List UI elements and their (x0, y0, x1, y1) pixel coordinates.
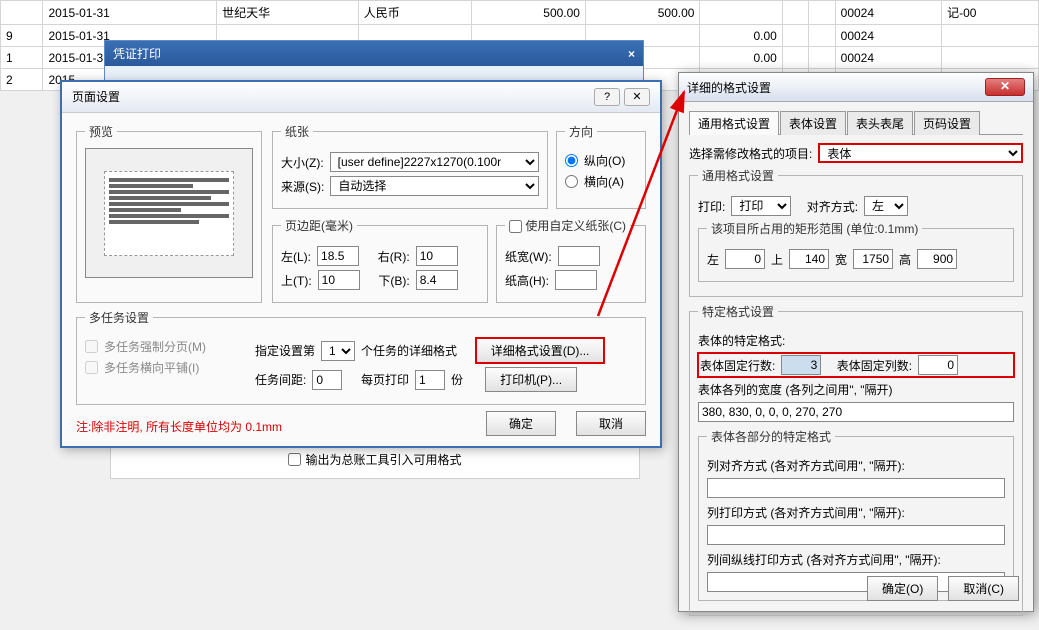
pagesetup-title: 页面设置 (72, 88, 120, 106)
margin-bottom-input[interactable] (416, 270, 458, 290)
multi-legend: 多任务设置 (85, 309, 153, 326)
col-align-input[interactable] (707, 478, 1005, 498)
paper-height-input (555, 270, 597, 290)
cancel-button[interactable]: 取消 (576, 411, 646, 436)
tab-body[interactable]: 表体设置 (780, 111, 846, 135)
paper-source-select[interactable]: 自动选择 (330, 176, 539, 196)
orient-portrait-radio[interactable] (565, 154, 578, 167)
per-page-input[interactable] (415, 370, 445, 390)
table-row: 2015-01-31世纪天华人民币500.00500.0000024记-00 (1, 1, 1039, 25)
tab-general[interactable]: 通用格式设置 (689, 111, 779, 135)
close-icon[interactable]: ✕ (624, 88, 650, 106)
select-item-select[interactable]: 表体 (818, 143, 1023, 163)
rect-width-input[interactable] (853, 249, 893, 269)
align-select[interactable]: 左 (864, 196, 908, 216)
note-text: 注:除非注明, 所有长度单位均为 0.1mm (76, 418, 282, 435)
orient-landscape-radio[interactable] (565, 175, 578, 188)
rect-left-input[interactable] (725, 249, 765, 269)
custom-paper-checkbox[interactable] (509, 220, 522, 233)
detail-title: 详细的格式设置 (687, 79, 771, 96)
margin-top-input[interactable] (318, 270, 360, 290)
tab-headfoot[interactable]: 表头表尾 (847, 111, 913, 135)
preview-box (85, 148, 253, 278)
task-gap-input[interactable] (312, 370, 342, 390)
tab-pagenum[interactable]: 页码设置 (914, 111, 980, 135)
page-setup-dialog: 页面设置 ? ✕ 预览 纸张 大小(Z): [user define]2227x… (60, 80, 662, 448)
rect-top-input[interactable] (789, 249, 829, 269)
detail-format-button[interactable]: 详细格式设置(D)... (476, 338, 605, 363)
margin-left-input[interactable] (317, 246, 359, 266)
detail-cancel-button[interactable]: 取消(C) (948, 576, 1019, 601)
col-widths-input[interactable] (698, 402, 1014, 422)
help-icon[interactable]: ? (594, 88, 620, 106)
specific-legend: 特定格式设置 (698, 303, 778, 320)
col-print-input[interactable] (707, 525, 1005, 545)
fixed-rows-input[interactable] (781, 355, 821, 375)
paper-legend: 纸张 (281, 123, 313, 140)
rect-height-input[interactable] (917, 249, 957, 269)
paper-width-input (558, 246, 600, 266)
general-legend: 通用格式设置 (698, 167, 778, 184)
detail-format-dialog: 详细的格式设置 ✕ 通用格式设置 表体设置 表头表尾 页码设置 选择需修改格式的… (678, 72, 1034, 612)
close-icon[interactable]: ✕ (985, 78, 1025, 96)
output-ledger-label: 输出为总账工具引入可用格式 (305, 451, 461, 468)
detail-ok-button[interactable]: 确定(O) (867, 576, 938, 601)
fixed-cols-input[interactable] (918, 355, 958, 375)
select-item-label: 选择需修改格式的项目: (689, 145, 812, 162)
close-icon[interactable]: × (628, 47, 635, 61)
size-label: 大小(Z): (281, 154, 324, 171)
multi-tile-checkbox (85, 361, 98, 374)
orient-legend: 方向 (565, 123, 597, 140)
rect-legend: 该项目所占用的矩形范围 (单位:0.1mm) (707, 220, 922, 237)
ok-button[interactable]: 确定 (486, 411, 556, 436)
print-select[interactable]: 打印 (731, 196, 791, 216)
tabs: 通用格式设置 表体设置 表头表尾 页码设置 (689, 110, 1023, 135)
margin-legend: 页边距(毫米) (281, 217, 357, 234)
preview-legend: 预览 (85, 123, 117, 140)
voucher-title: 凭证打印 (113, 45, 161, 62)
printer-button[interactable]: 打印机(P)... (485, 367, 577, 392)
output-ledger-checkbox[interactable] (288, 453, 301, 466)
multi-force-checkbox (85, 340, 98, 353)
task-index-select[interactable]: 1 (321, 341, 355, 361)
margin-right-input[interactable] (416, 246, 458, 266)
source-label: 来源(S): (281, 178, 324, 195)
parts-legend: 表体各部分的特定格式 (707, 428, 835, 445)
paper-size-select[interactable]: [user define]2227x1270(0.100r (330, 152, 539, 172)
